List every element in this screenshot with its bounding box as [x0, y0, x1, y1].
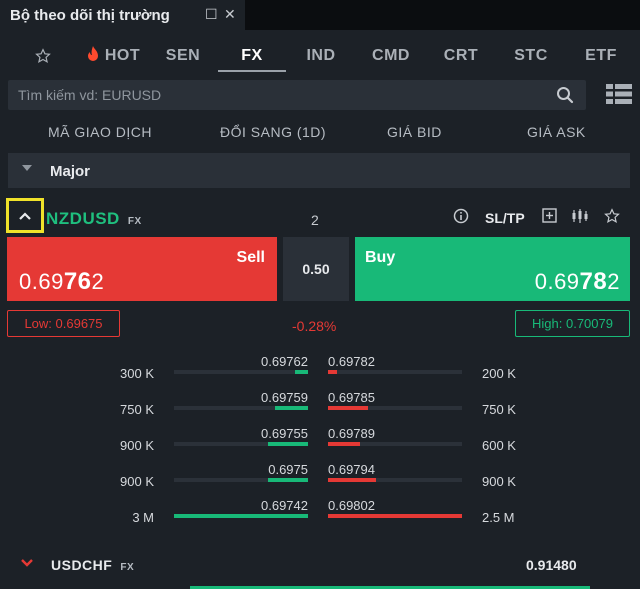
ask-level-price: 0.69785 — [328, 390, 375, 405]
ask-level-price: 0.69794 — [328, 462, 375, 477]
bid-depth-bar — [267, 478, 308, 482]
info-icon[interactable] — [453, 208, 469, 227]
close-icon[interactable]: ✕ — [224, 6, 236, 23]
market-watch-panel: Bộ theo dõi thị trường ☐ ✕ HOT SEN FX IN… — [0, 0, 640, 589]
symbol-text: NZDUSD — [46, 209, 120, 228]
add-order-icon[interactable] — [542, 208, 557, 226]
chevron-up-icon — [19, 211, 31, 220]
chart-candles-icon[interactable] — [571, 208, 589, 227]
lot-size-field[interactable]: 0.50 — [283, 237, 349, 301]
buy-price: 0.69782 — [534, 268, 620, 295]
bid-depth-bar — [294, 370, 308, 374]
bid-depth-bar — [174, 514, 308, 518]
bid-quantity: 900 K — [120, 474, 154, 489]
ask-depth-bar — [328, 478, 377, 482]
ask-depth-bar — [328, 442, 361, 446]
ask-level-price: 0.69782 — [328, 354, 375, 369]
title-bar: Bộ theo dõi thị trường ☐ ✕ — [0, 0, 640, 30]
ask-quantity: 600 K — [482, 438, 516, 453]
favorite-star-icon[interactable] — [604, 208, 620, 227]
daily-low-badge: Low: 0.69675 — [7, 310, 120, 337]
instrument-type-tag: FX — [120, 562, 135, 573]
buy-label: Buy — [365, 249, 396, 266]
group-label: Major — [50, 163, 91, 180]
ask-depth-bar — [328, 514, 462, 518]
bid-depth-bar — [267, 442, 308, 446]
tab-fx[interactable]: FX — [218, 40, 286, 72]
daily-high-badge: High: 0.70079 — [515, 310, 630, 337]
bid-quantity: 750 K — [120, 402, 154, 417]
tab-cmd[interactable]: CMD — [364, 40, 418, 72]
bid-level-price: 0.69762 — [261, 354, 308, 369]
bid-depth-bar — [274, 406, 308, 410]
active-tab-underline — [218, 70, 286, 72]
fire-icon — [87, 46, 98, 61]
bid-level-price: 0.69742 — [261, 498, 308, 513]
ask-quantity: 2.5 M — [482, 510, 515, 525]
grid-view-icon[interactable] — [606, 84, 632, 109]
ask-quantity: 900 K — [482, 474, 516, 489]
tab-hot[interactable]: HOT — [78, 40, 148, 72]
instrument-price: 0.91480 — [526, 557, 577, 573]
ask-depth-track — [328, 370, 462, 374]
bid-quantity: 3 M — [132, 510, 154, 525]
bid-quantity: 900 K — [120, 438, 154, 453]
bid-depth-track — [174, 370, 308, 374]
window-title: Bộ theo dõi thị trường — [10, 6, 170, 24]
sltp-button[interactable]: SL/TP — [485, 210, 525, 226]
category-tabs: HOT SEN FX IND CMD CRT STC ETF — [0, 40, 640, 72]
bid-level-price: 0.69759 — [261, 390, 308, 405]
ask-level-price: 0.69802 — [328, 498, 375, 513]
tab-label: HOT — [104, 47, 141, 64]
instrument-symbol[interactable]: NZDUSD FX — [46, 209, 142, 229]
window-tab[interactable]: Bộ theo dõi thị trường ☐ ✕ — [0, 0, 245, 30]
ask-depth-bar — [328, 406, 369, 410]
bid-quantity: 300 K — [120, 366, 154, 381]
sell-price: 0.69762 — [19, 268, 105, 295]
star-icon — [35, 48, 51, 63]
daily-change: -0.28% — [292, 318, 337, 334]
search-icon[interactable] — [556, 86, 574, 109]
search-box — [8, 80, 586, 110]
instrument-symbol: USDCHF FX — [51, 557, 135, 573]
spread-value: 2 — [311, 212, 319, 228]
search-input[interactable] — [8, 80, 548, 110]
column-header-code[interactable]: MÃ GIAO DỊCH — [48, 124, 152, 140]
collapse-triangle-icon — [22, 165, 32, 171]
instrument-row-usdchf[interactable]: USDCHF FX 0.91480 — [0, 545, 640, 585]
tab-favorites[interactable] — [28, 40, 58, 72]
ask-depth-bar — [328, 370, 338, 374]
tab-stc[interactable]: STC — [506, 40, 556, 72]
column-header-bid[interactable]: GIÁ BID — [387, 124, 442, 140]
column-header-ask[interactable]: GIÁ ASK — [527, 124, 586, 140]
tab-sen[interactable]: SEN — [158, 40, 208, 72]
sell-button[interactable]: Sell 0.69762 — [7, 237, 277, 301]
restore-icon[interactable]: ☐ — [205, 6, 218, 23]
ask-quantity: 200 K — [482, 366, 516, 381]
tab-ind[interactable]: IND — [296, 40, 346, 72]
column-header-change[interactable]: ĐỔI SANG (1D) — [220, 124, 326, 140]
tab-crt[interactable]: CRT — [436, 40, 486, 72]
group-major[interactable]: Major — [8, 153, 630, 188]
buy-button[interactable]: Buy 0.69782 — [355, 237, 630, 301]
bid-level-price: 0.69755 — [261, 426, 308, 441]
ask-quantity: 750 K — [482, 402, 516, 417]
chevron-down-icon[interactable] — [20, 555, 34, 573]
tab-etf[interactable]: ETF — [576, 40, 626, 72]
collapse-instrument-button[interactable] — [6, 198, 44, 233]
bid-level-price: 0.6975 — [268, 462, 308, 477]
ask-level-price: 0.69789 — [328, 426, 375, 441]
sell-label: Sell — [236, 249, 265, 266]
instrument-type-tag: FX — [127, 216, 142, 227]
